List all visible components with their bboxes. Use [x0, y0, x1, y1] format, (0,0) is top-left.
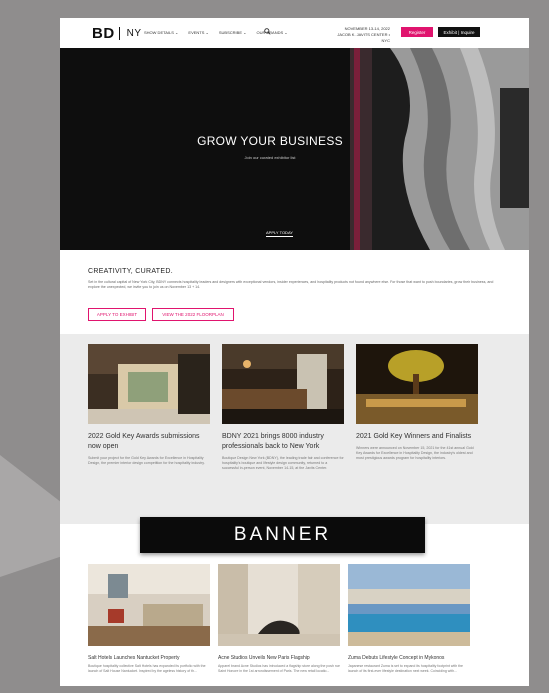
- news-section: 2022 Gold Key Awards submissions now ope…: [60, 334, 529, 524]
- article-image: [348, 564, 470, 646]
- nav-our-brands[interactable]: OUR BRANDS ⌄: [256, 30, 287, 35]
- article-image: [218, 564, 340, 646]
- article-image: [88, 564, 210, 646]
- news-image: [88, 344, 210, 424]
- article-card[interactable]: Acne Studios Unveils New Paris Flagship …: [218, 564, 340, 674]
- news-image: [356, 344, 478, 424]
- news-card[interactable]: 2021 Gold Key Winners and Finalists Winn…: [356, 344, 478, 461]
- event-info: NOVEMBER 13-14, 2022 JACOB K. JAVITS CEN…: [330, 26, 390, 44]
- news-title: BDNY 2021 brings 8000 industry professio…: [222, 433, 324, 450]
- search-icon[interactable]: [264, 28, 271, 35]
- news-card[interactable]: BDNY 2021 brings 8000 industry professio…: [222, 344, 344, 471]
- register-button[interactable]: Register: [401, 27, 433, 37]
- article-title: Acne Studios Unveils New Paris Flagship: [218, 655, 310, 661]
- hero-subtitle: Join our curated exhibitor list: [244, 155, 296, 160]
- hero-title: GROW YOUR BUSINESS: [197, 134, 343, 148]
- news-body: Winners were announced on November 15, 2…: [356, 446, 474, 460]
- section-text: Set in the cultural capital of New York …: [88, 280, 494, 289]
- logo[interactable]: BD NY: [92, 25, 142, 42]
- article-row: Salt Hotels Launches Nantucket Property …: [60, 554, 529, 686]
- site-header: BD NY SHOW DETAILS ⌄ EVENTS ⌄ SUBSCRIBE ⌄…: [60, 18, 529, 48]
- apply-to-exhibit-button[interactable]: APPLY TO EXHIBIT: [88, 308, 146, 321]
- banner-label: BANNER: [140, 517, 425, 553]
- logo-ny: NY: [126, 28, 142, 39]
- news-image: [222, 344, 344, 424]
- logo-bd: BD: [92, 25, 115, 42]
- article-title: Zuma Debuts Lifestyle Concept in Mykonos: [348, 655, 445, 661]
- view-floorplan-button[interactable]: VIEW THE 2022 FLOORPLAN: [152, 308, 234, 321]
- nav-show-details[interactable]: SHOW DETAILS ⌄: [144, 30, 178, 35]
- article-title: Salt Hotels Launches Nantucket Property: [88, 655, 180, 661]
- hero-image: [350, 48, 529, 250]
- news-title: 2022 Gold Key Awards submissions now ope…: [88, 433, 200, 450]
- creativity-section: CREATIVITY, CURATED. Set in the cultural…: [60, 250, 529, 334]
- article-card[interactable]: Salt Hotels Launches Nantucket Property …: [88, 564, 210, 674]
- apply-today-link[interactable]: APPLY TODAY: [266, 230, 293, 237]
- news-body: Boutique Design New York (BDNY), the lea…: [222, 456, 344, 470]
- news-body: Submit your project for the Gold Key Awa…: [88, 456, 205, 465]
- article-body: Japanese restaurant Zuma is set to expan…: [348, 664, 463, 673]
- webpage-mockup: BD NY SHOW DETAILS ⌄ EVENTS ⌄ SUBSCRIBE ⌄…: [60, 18, 529, 686]
- exhibit-inquire-button[interactable]: Exhibit | Inquire: [438, 27, 480, 37]
- hero-section: GROW YOUR BUSINESS Join our curated exhi…: [60, 48, 529, 250]
- article-body: Boutique hospitality collective Salt Hot…: [88, 664, 206, 673]
- article-body: Apparel brand Acne Studios has introduce…: [218, 664, 340, 673]
- nav-events[interactable]: EVENTS ⌄: [188, 30, 208, 35]
- event-venue: JACOB K. JAVITS CENTER • NYC: [337, 32, 390, 43]
- section-title: CREATIVITY, CURATED.: [88, 268, 173, 275]
- news-title: 2021 Gold Key Winners and Finalists: [356, 433, 472, 440]
- news-card[interactable]: 2022 Gold Key Awards submissions now ope…: [88, 344, 210, 466]
- nav-subscribe[interactable]: SUBSCRIBE ⌄: [219, 30, 247, 35]
- article-card[interactable]: Zuma Debuts Lifestyle Concept in Mykonos…: [348, 564, 470, 674]
